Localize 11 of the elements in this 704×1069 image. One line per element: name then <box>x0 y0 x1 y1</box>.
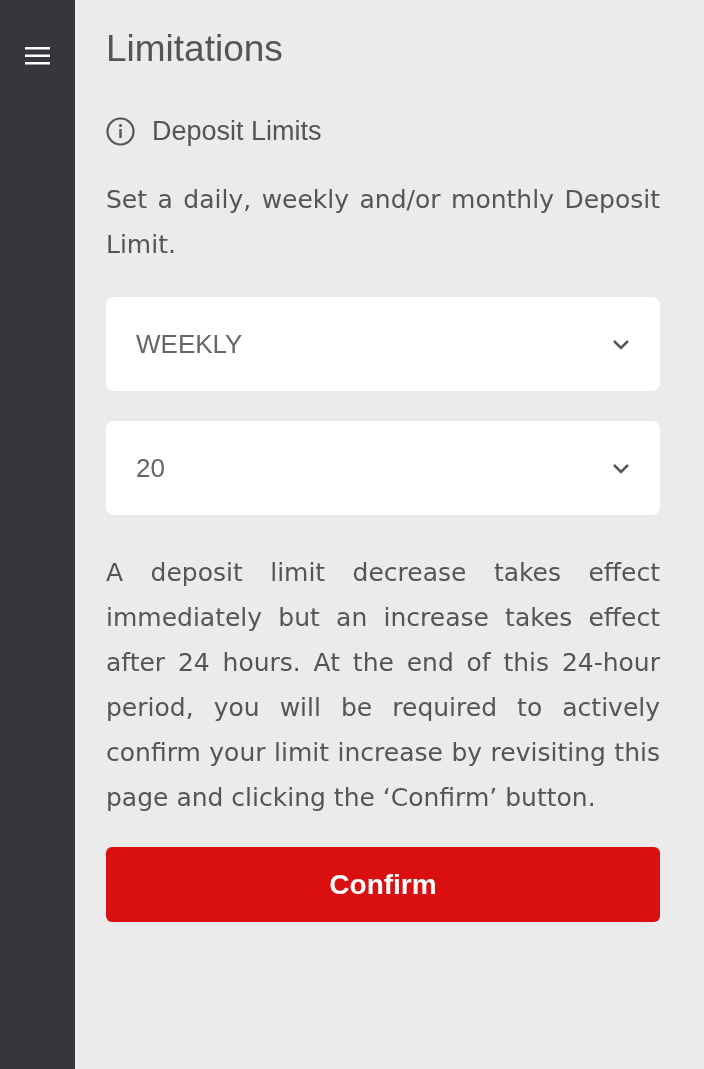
page-title: Limitations <box>106 27 284 71</box>
intro-text: Set a daily, weekly and/or monthly Deposit Limit. <box>106 184 660 261</box>
confirm-button[interactable]: Confirm <box>106 847 660 922</box>
period-dropdown[interactable]: WEEKLY <box>106 297 660 391</box>
notice-text: A deposit limit decrease takes effect immediately but an increase takes effect after 24 hours. At the end of this 24-hour period, you will be required to actively confirm your limit increase by revisiting this page and clicking the ‘Confirm’ button. <box>106 557 660 814</box>
amount-dropdown[interactable]: 20 <box>106 421 660 515</box>
chevron-icon <box>612 462 630 474</box>
chevron-icon <box>612 338 630 350</box>
info-icon[interactable] <box>106 117 135 146</box>
menu-icon[interactable] <box>25 47 50 65</box>
section-heading: Deposit Limits <box>152 116 322 147</box>
